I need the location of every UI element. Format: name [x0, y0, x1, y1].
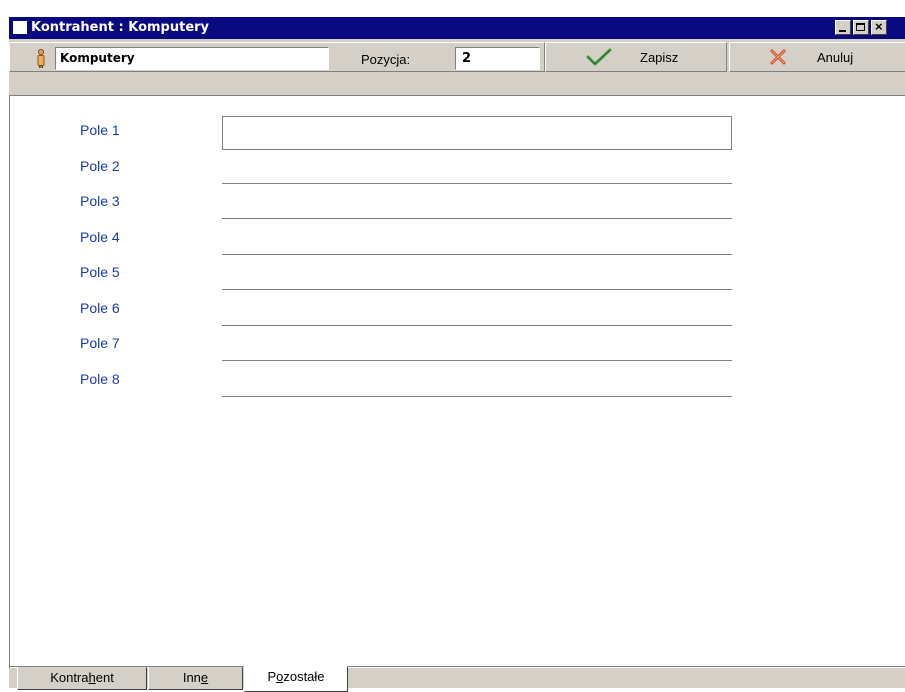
save-label: Zapisz [640, 50, 679, 65]
tab-pozostale-label: Pozostałe [267, 669, 325, 684]
tab-kontrahent-label: Kontrahent [50, 670, 114, 685]
tab-inne[interactable]: Inne [148, 667, 243, 690]
field-input-4[interactable] [222, 221, 732, 255]
maximize-button[interactable] [853, 20, 869, 35]
position-label: Pozycja: [361, 52, 411, 67]
tab-kontrahent[interactable]: Kontrahent [17, 667, 147, 690]
position-field[interactable]: 2 [455, 47, 540, 70]
field-label-1: Pole 1 [80, 122, 120, 138]
cancel-x-icon [770, 49, 786, 65]
field-input-8[interactable] [222, 363, 732, 397]
record-section: Komputery Pozycja: 2 [9, 42, 545, 72]
field-input-2[interactable] [222, 150, 732, 184]
window: Kontrahent : Komputery × Komputery Pozyc… [8, 16, 905, 692]
field-label-5: Pole 5 [80, 264, 120, 280]
window-title: Kontrahent : Komputery [31, 20, 210, 35]
field-label-6: Pole 6 [80, 300, 120, 316]
minimize-icon [839, 30, 846, 32]
record-name-field[interactable]: Komputery [55, 47, 329, 70]
save-button[interactable]: Zapisz [545, 42, 727, 72]
field-label-4: Pole 4 [80, 229, 120, 245]
window-icon [13, 21, 27, 34]
person-icon [37, 49, 45, 68]
maximize-icon [856, 23, 865, 31]
title-bar[interactable]: Kontrahent : Komputery × [9, 17, 905, 39]
tab-pozostale[interactable]: Pozostałe [244, 666, 348, 692]
field-label-8: Pole 8 [80, 371, 120, 387]
field-input-5[interactable] [222, 256, 732, 290]
checkmark-icon [586, 48, 612, 66]
field-input-7[interactable] [222, 327, 732, 361]
tab-bar: Kontrahent Inne Pozostałe [9, 666, 905, 692]
field-input-1[interactable] [222, 116, 732, 150]
field-input-6[interactable] [222, 292, 732, 326]
field-input-3[interactable] [222, 185, 732, 219]
cancel-label: Anuluj [817, 50, 854, 65]
toolbar: Komputery Pozycja: 2 Zapisz Anuluj [9, 40, 905, 72]
close-button[interactable]: × [871, 19, 887, 35]
tab-inne-label: Inne [182, 670, 209, 685]
form-panel: Pole 1 Pole 2 Pole 3 Pole 4 Pole 5 Pole … [9, 95, 905, 668]
field-label-2: Pole 2 [80, 158, 120, 174]
close-icon: × [875, 19, 883, 34]
cancel-button[interactable]: Anuluj [729, 42, 905, 72]
minimize-button[interactable] [835, 20, 851, 35]
field-label-7: Pole 7 [80, 335, 120, 351]
field-label-3: Pole 3 [80, 193, 120, 209]
